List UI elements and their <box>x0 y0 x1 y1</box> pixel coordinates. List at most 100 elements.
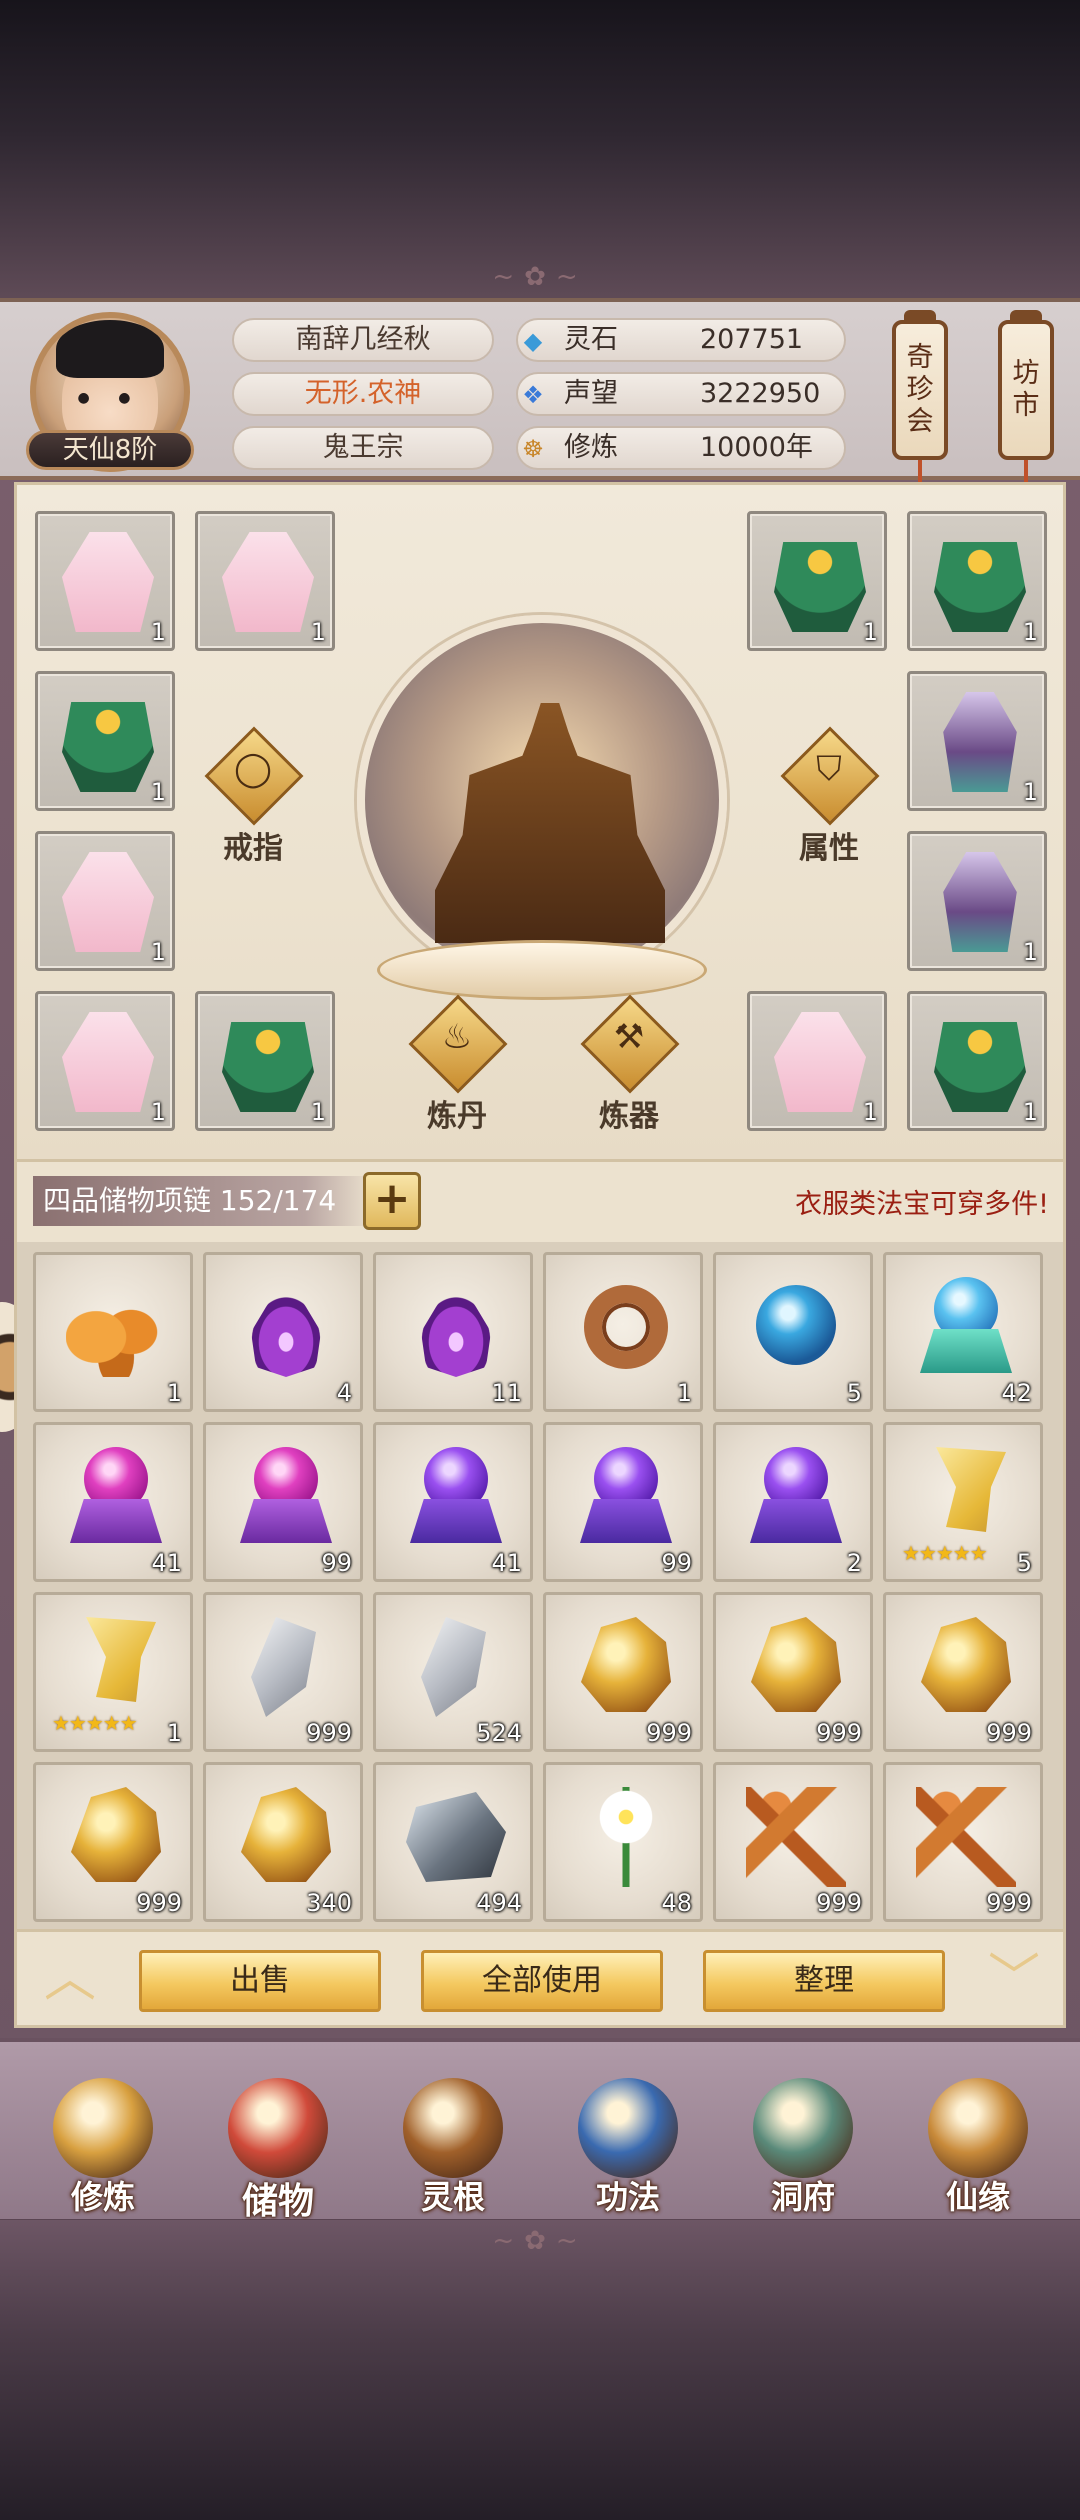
inventory-slot[interactable]: 524 <box>373 1592 533 1752</box>
nav-item-0[interactable]: 修炼 <box>28 2042 178 2227</box>
inventory-slot[interactable]: 99 <box>543 1422 703 1582</box>
attributes-button[interactable]: ⛉ 属性 <box>779 726 880 866</box>
forging-button-label: 炼器 <box>599 1099 659 1134</box>
item-count: 340 <box>306 1889 352 1917</box>
inventory-slot[interactable]: 494 <box>373 1762 533 1922</box>
equip-slot-right-3[interactable]: 1 <box>907 671 1047 811</box>
item-count: 1 <box>166 1379 182 1407</box>
inventory-slot[interactable]: 99 <box>203 1422 363 1582</box>
robe-icon <box>934 1022 1026 1112</box>
nav-label: 灵根 <box>420 2178 485 2216</box>
reputation-icon: ❖ <box>522 381 544 409</box>
nav-item-5[interactable]: 仙缘 <box>903 2042 1053 2227</box>
orb-stand <box>240 1499 332 1543</box>
equip-slot-left-3[interactable]: 1 <box>35 671 175 811</box>
sell-button[interactable]: 出售 <box>139 1950 381 2012</box>
item-count: 1 <box>1022 1098 1038 1126</box>
equip-slot-right-4[interactable]: 1 <box>907 831 1047 971</box>
equip-slot-left-1[interactable]: 1 <box>35 511 175 651</box>
item-count: 999 <box>136 1889 182 1917</box>
item-count: 41 <box>491 1549 522 1577</box>
inventory-slot[interactable]: 48 <box>543 1762 703 1922</box>
orb-stand <box>580 1499 672 1543</box>
nav-item-1[interactable]: 储物 <box>203 2042 353 2227</box>
ring-button[interactable]: ◯ 戒指 <box>203 726 304 866</box>
scroll-up-arrow-icon[interactable]: ︿ <box>35 1953 105 2005</box>
equip-slot-left-6[interactable]: 1 <box>195 991 335 1131</box>
orb-violet-icon <box>576 1447 676 1547</box>
silver-icon <box>251 1617 316 1717</box>
inventory-slot[interactable]: 1 <box>33 1252 193 1412</box>
bag-hint: 衣服类法宝可穿多件! <box>795 1189 1049 1220</box>
item-count: 99 <box>321 1549 352 1577</box>
inventory-slot[interactable]: 1 <box>543 1252 703 1412</box>
nav-item-4[interactable]: 洞府 <box>728 2042 878 2227</box>
robe-icon <box>934 542 1026 632</box>
item-count: 1 <box>676 1379 692 1407</box>
inventory-slot[interactable]: 42 <box>883 1252 1043 1412</box>
inventory-slot[interactable]: 999 <box>543 1592 703 1752</box>
spirit-stone-icon: ◆ <box>523 327 543 355</box>
inventory-slot[interactable]: ★★★★★ 5 <box>883 1422 1043 1582</box>
inventory-slot[interactable]: 41 <box>33 1422 193 1582</box>
inventory-slot[interactable]: 999 <box>713 1592 873 1752</box>
gold-icon <box>241 1787 331 1882</box>
gold-icon <box>921 1617 1011 1712</box>
inventory-slot[interactable]: 340 <box>203 1762 363 1922</box>
inventory-slot[interactable]: 41 <box>373 1422 533 1582</box>
item-count: 1 <box>1022 938 1038 966</box>
fungus-icon <box>66 1277 166 1377</box>
inventory-slot[interactable]: 11 <box>373 1252 533 1412</box>
item-count: 1 <box>150 618 166 646</box>
alchemy-button[interactable]: ♨ 炼丹 <box>407 994 508 1134</box>
equip-slot-right-1[interactable]: 1 <box>747 511 887 651</box>
scroll-down-arrow-icon[interactable]: ﹀ <box>979 1953 1049 2005</box>
star-rating: ★★★★★ <box>902 1541 988 1565</box>
equip-slot-left-4[interactable]: 1 <box>35 831 175 971</box>
alchemy-button-label: 炼丹 <box>427 1099 487 1134</box>
anvil-icon: ⚒ <box>613 1017 645 1057</box>
inventory-slot[interactable]: 999 <box>883 1592 1043 1752</box>
inventory-slot[interactable]: 2 <box>713 1422 873 1582</box>
nav-item-3[interactable]: 功法 <box>553 2042 703 2227</box>
forging-button[interactable]: ⚒ 炼器 <box>579 994 680 1134</box>
bottom-ornament: ~✿~ <box>492 2226 588 2256</box>
action-bar: ︿ 出售 全部使用 整理 ﹀ <box>14 1932 1066 2028</box>
inventory-slot[interactable]: ★★★★★ 1 <box>33 1592 193 1752</box>
player-header: 天仙8阶 南辞几经秋 无形.农神 鬼王宗 ◆ 灵石 207751 ❖ 声望 32… <box>0 298 1080 504</box>
item-count: 1 <box>1022 778 1038 806</box>
storage-bag-icon <box>228 2078 328 2178</box>
inventory-slot[interactable]: 999 <box>713 1762 873 1922</box>
equip-slot-right-5[interactable]: 1 <box>747 991 887 1131</box>
bottom-background <box>0 2220 1080 2520</box>
gold-icon <box>71 1787 161 1882</box>
use-all-button[interactable]: 全部使用 <box>421 1950 663 2012</box>
market-lantern[interactable]: 坊 市 <box>998 310 1054 504</box>
equip-slot-right-6[interactable]: 1 <box>907 991 1047 1131</box>
equip-slot-left-5[interactable]: 1 <box>35 991 175 1131</box>
cultivation-stat: ☸ 修炼 10000年 <box>516 426 846 470</box>
equip-slot-left-2[interactable]: 1 <box>195 511 335 651</box>
item-count: 5 <box>1016 1549 1032 1577</box>
player-title[interactable]: 无形.农神 <box>232 372 494 416</box>
inventory-slot[interactable]: 5 <box>713 1252 873 1412</box>
inventory-slot[interactable]: 999 <box>33 1762 193 1922</box>
nav-item-2[interactable]: 灵根 <box>378 2042 528 2227</box>
root-icon <box>916 1787 1016 1887</box>
hat-icon: ⛉ <box>816 749 842 789</box>
organize-button[interactable]: 整理 <box>703 1950 945 2012</box>
item-count: 1 <box>166 1719 182 1747</box>
treasure-auction-lantern[interactable]: 奇 珍 会 <box>892 310 948 504</box>
equip-slot-right-2[interactable]: 1 <box>907 511 1047 651</box>
spirit-stone-label: 灵石 <box>564 324 618 355</box>
item-count: 11 <box>491 1379 522 1407</box>
spirit-stone-value: 207751 <box>700 324 804 355</box>
inventory-slot[interactable]: 999 <box>203 1592 363 1752</box>
expand-bag-button[interactable]: + <box>363 1172 421 1230</box>
inventory-slot[interactable]: 4 <box>203 1252 363 1412</box>
nav-label: 洞府 <box>770 2178 835 2216</box>
orb-stand <box>70 1499 162 1543</box>
inventory-slot[interactable]: 999 <box>883 1762 1043 1922</box>
orb-stand <box>750 1499 842 1543</box>
reputation-stat: ❖ 声望 3222950 <box>516 372 846 416</box>
